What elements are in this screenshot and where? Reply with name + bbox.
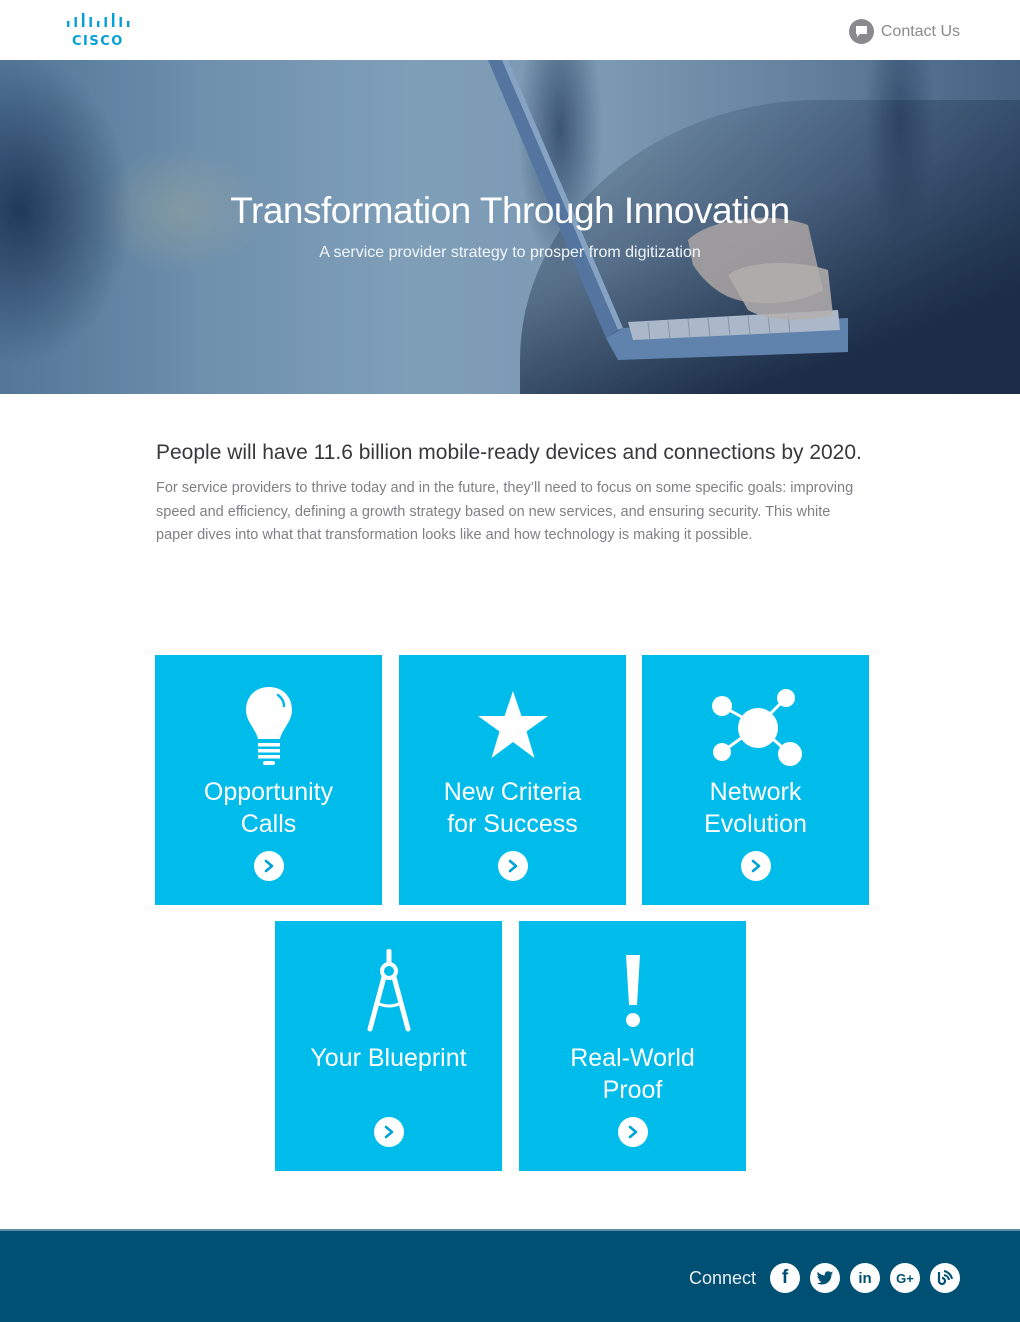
- tile-label-line2: Calls: [240, 810, 297, 838]
- intro-section: People will have 11.6 billion mobile-rea…: [156, 436, 866, 548]
- chevron-right-icon[interactable]: [374, 1117, 404, 1147]
- intro-body: For service providers to thrive today an…: [156, 480, 854, 543]
- tile-your-blueprint[interactable]: Your Blueprint: [275, 921, 502, 1171]
- star-icon: [399, 691, 626, 759]
- tile-label-line2: Proof: [602, 1076, 663, 1104]
- tile-opportunity-calls[interactable]: Opportunity Calls: [155, 655, 382, 905]
- tile-new-criteria[interactable]: New Criteria for Success: [399, 655, 626, 905]
- google-plus-icon[interactable]: G+: [890, 1263, 920, 1293]
- tile-label: Real-World Proof: [519, 1042, 746, 1106]
- tile-label-line2: for Success: [447, 810, 578, 838]
- tile-label-line1: Opportunity: [203, 778, 334, 806]
- social-connect: Connect f in G+: [689, 1263, 960, 1293]
- chevron-right-icon[interactable]: [741, 851, 771, 881]
- cisco-bars-icon: [67, 13, 130, 27]
- chevron-right-icon[interactable]: [498, 851, 528, 881]
- hero-subtitle: A service provider strategy to prosper f…: [319, 244, 701, 261]
- tile-label: Your Blueprint: [275, 1042, 502, 1074]
- chevron-right-icon[interactable]: [254, 851, 284, 881]
- connect-label: Connect: [688, 1267, 756, 1288]
- linkedin-icon[interactable]: in: [850, 1263, 880, 1293]
- tile-label-line1: Your Blueprint: [310, 1044, 467, 1072]
- contact-us-link[interactable]: Contact Us: [848, 19, 960, 44]
- intro-headline: People will have 11.6 billion mobile-rea…: [156, 441, 862, 464]
- tile-label-line1: Real-World: [570, 1044, 695, 1072]
- tile-label-line1: Network: [709, 778, 802, 806]
- footer: Connect f in G+: [0, 1229, 1020, 1322]
- tile-label: Network Evolution: [642, 776, 869, 840]
- hero-title: Transformation Through Innovation: [230, 190, 790, 231]
- exclamation-icon: [519, 953, 746, 1029]
- hero-banner: Transformation Through Innovation A serv…: [0, 60, 1020, 394]
- facebook-icon[interactable]: f: [770, 1263, 800, 1293]
- cisco-logo[interactable]: CISCO: [66, 12, 136, 50]
- tile-network-evolution[interactable]: Network Evolution: [642, 655, 869, 905]
- chevron-right-icon[interactable]: [618, 1117, 648, 1147]
- tile-real-world-proof[interactable]: Real-World Proof: [519, 921, 746, 1171]
- linkedin-glyph: in: [858, 1269, 872, 1287]
- tile-label: New Criteria for Success: [399, 776, 626, 840]
- blog-rss-icon[interactable]: [930, 1263, 960, 1293]
- tile-label-line2: Evolution: [704, 810, 807, 838]
- google-plus-glyph: G+: [896, 1270, 914, 1286]
- tile-label-line1: New Criteria: [443, 778, 582, 806]
- network-icon: [642, 688, 869, 768]
- tile-label: Opportunity Calls: [155, 776, 382, 840]
- compass-icon: [275, 949, 502, 1033]
- twitter-icon[interactable]: [810, 1263, 840, 1293]
- contact-us-label: Contact Us: [880, 22, 960, 40]
- facebook-glyph: f: [781, 1267, 789, 1288]
- header: CISCO Contact Us: [0, 0, 1020, 60]
- chat-bubble-icon: [848, 19, 874, 44]
- lightbulb-icon: [155, 685, 382, 767]
- cisco-wordmark: CISCO: [72, 34, 124, 49]
